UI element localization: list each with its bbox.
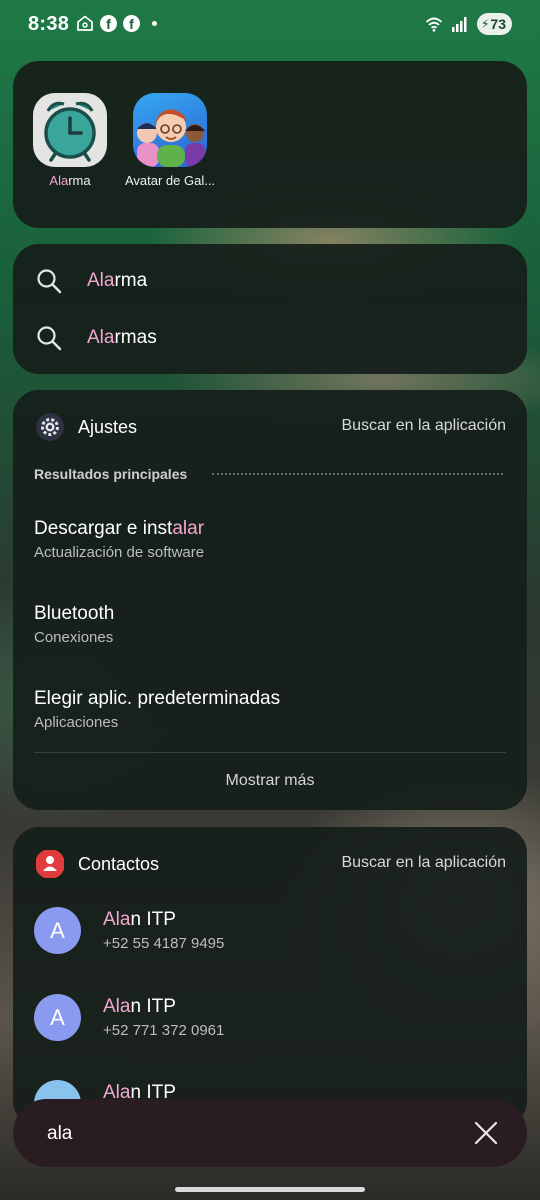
dotted-divider — [212, 473, 503, 475]
notification-dot — [152, 20, 157, 26]
result-title: Elegir aplic. predeterminadas — [34, 688, 281, 709]
result-title: Bluetooth — [34, 603, 115, 624]
close-icon[interactable] — [473, 1120, 499, 1146]
settings-result-item[interactable]: Elegir aplic. predeterminadas Aplicacion… — [34, 688, 506, 748]
signal-icon — [451, 17, 467, 32]
contact-phone: +52 771 372 0961 — [103, 1022, 225, 1039]
section-label-top-results: Resultados principales — [34, 466, 188, 482]
search-icon — [37, 269, 62, 294]
contacts-card-title: Contactos — [78, 854, 160, 874]
status-time: 8:38 — [28, 13, 70, 35]
result-subtitle: Actualización de software — [34, 544, 205, 561]
settings-gear-icon[interactable] — [35, 412, 65, 442]
home-icon — [77, 15, 93, 31]
app-avatar[interactable]: Avatar de Gal... — [120, 93, 220, 188]
settings-results-card: Ajustes Buscar en la aplicación Resultad… — [13, 390, 527, 810]
facebook-icon: f — [123, 14, 140, 32]
contacts-results-card: Contactos Buscar en la aplicación A Alan… — [13, 827, 527, 1127]
apps-results-card: Alarma Avatar de Gal... — [13, 61, 527, 228]
status-right-icons: ⚡ 73 — [425, 13, 512, 35]
contact-name: Alan ITP — [103, 909, 176, 930]
search-icon — [37, 326, 62, 351]
settings-result-item[interactable]: Descargar e instalar Actualización de so… — [34, 518, 506, 578]
settings-result-item[interactable]: Bluetooth Conexiones — [34, 603, 506, 663]
navigation-gesture-handle[interactable] — [175, 1187, 365, 1192]
battery-icon: ⚡ 73 — [476, 13, 512, 35]
search-input[interactable]: ala — [47, 1123, 72, 1145]
contacts-card-header: Contactos Buscar en la aplicación — [13, 849, 527, 879]
result-title: Descargar e instalar — [34, 518, 205, 539]
search-bar[interactable]: ala — [13, 1099, 527, 1167]
status-left-icons: f f — [76, 14, 157, 32]
status-bar: 8:38 f f ⚡ 73 — [0, 0, 540, 50]
charging-bolt-icon: ⚡ — [480, 17, 490, 31]
show-more-button[interactable]: Mostrar más — [13, 772, 527, 790]
suggestion-item[interactable]: Alarmas — [13, 310, 527, 366]
battery-level: 73 — [490, 16, 506, 32]
search-suggestions-card: Alarma Alarmas — [13, 244, 527, 374]
result-subtitle: Aplicaciones — [34, 714, 119, 731]
contact-phone: +52 55 4187 9495 — [103, 935, 225, 952]
suggestion-text: Alarma — [87, 270, 148, 291]
app-label: Avatar de Gal... — [124, 173, 216, 188]
avatar-app-icon — [133, 93, 207, 167]
contact-item[interactable]: A Alan ITP +52 771 372 0961 — [34, 994, 506, 1054]
contact-avatar: A — [34, 907, 81, 954]
contact-avatar: A — [34, 994, 81, 1041]
settings-card-header: Ajustes Buscar en la aplicación — [13, 412, 527, 442]
settings-card-title: Ajustes — [78, 417, 138, 437]
app-alarma[interactable]: Alarma — [20, 93, 120, 188]
contacts-app-icon[interactable] — [35, 849, 65, 879]
wifi-icon — [425, 17, 443, 32]
result-subtitle: Conexiones — [34, 629, 114, 646]
app-label: Alarma — [49, 173, 91, 188]
alarm-clock-icon — [33, 93, 107, 167]
contact-item[interactable]: A Alan ITP +52 55 4187 9495 — [34, 907, 506, 967]
contacts-search-in-app-link[interactable]: Buscar en la aplicación — [341, 854, 506, 872]
suggestion-item[interactable]: Alarma — [13, 253, 527, 309]
divider — [34, 752, 506, 753]
suggestion-text: Alarmas — [87, 327, 157, 348]
settings-search-in-app-link[interactable]: Buscar en la aplicación — [341, 417, 506, 435]
facebook-icon: f — [100, 14, 117, 32]
contact-name: Alan ITP — [103, 996, 176, 1017]
